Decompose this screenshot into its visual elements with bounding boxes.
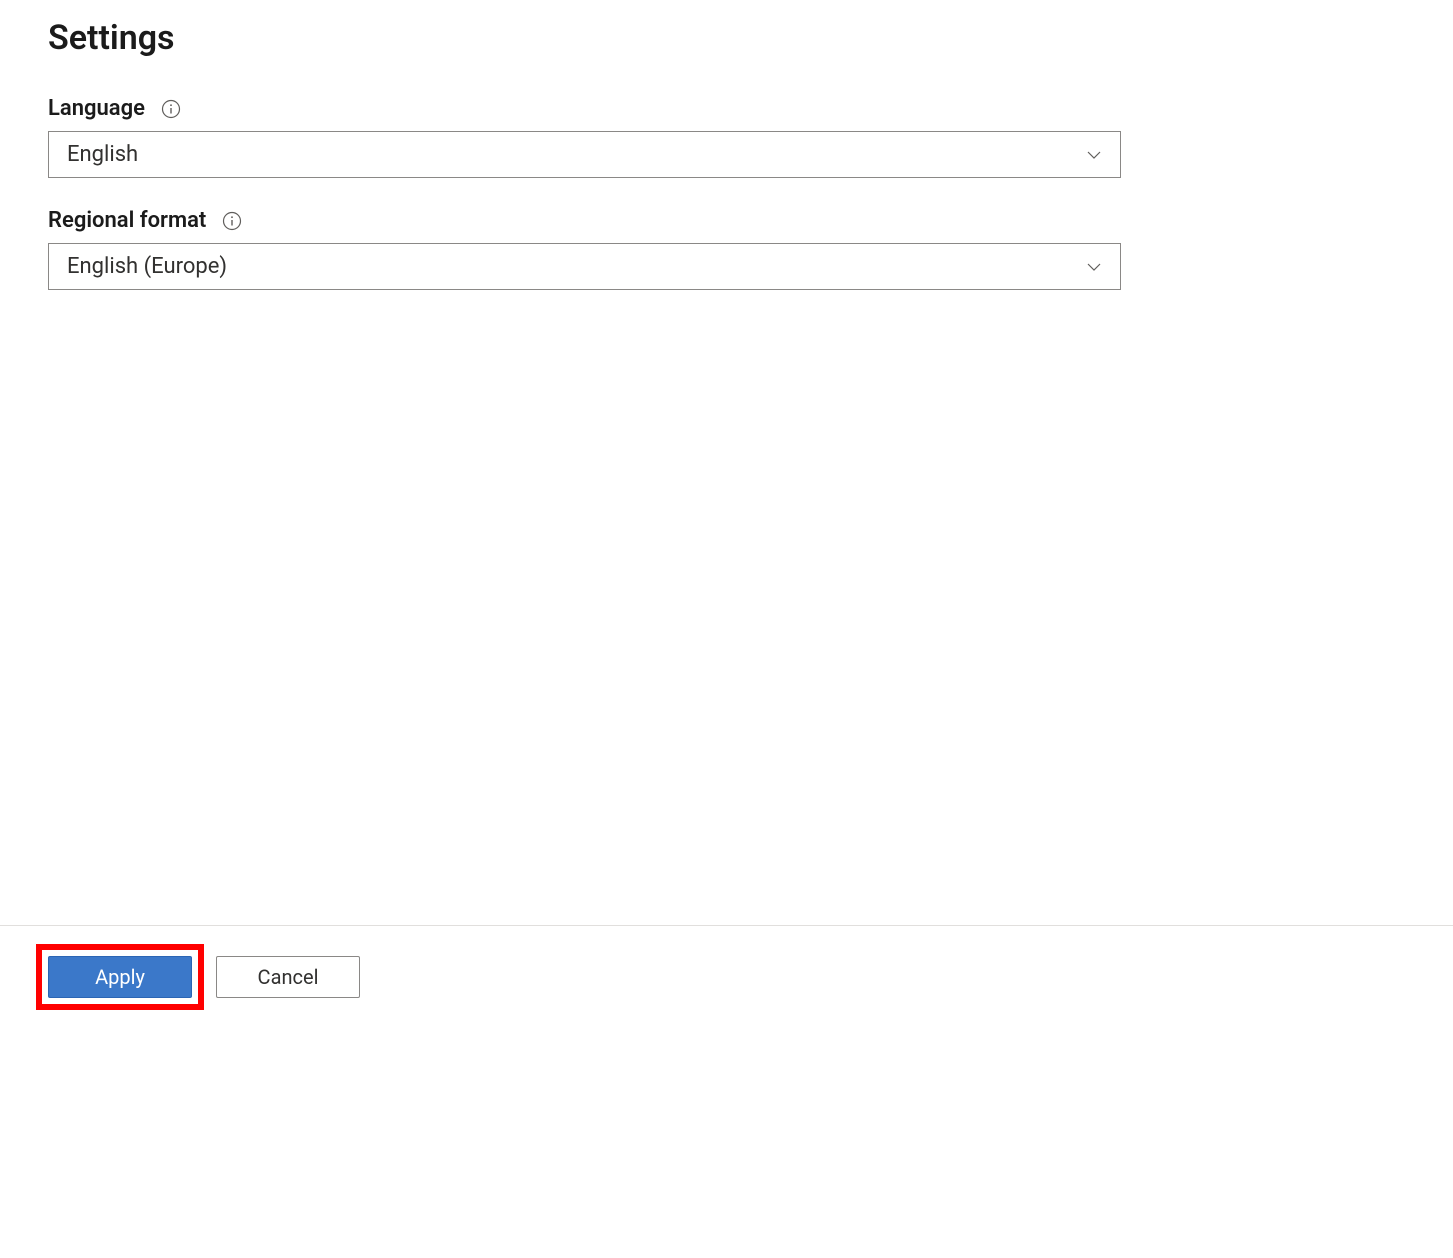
footer-buttons: Apply Cancel bbox=[36, 944, 360, 1010]
regional-format-dropdown-value: English (Europe) bbox=[67, 254, 227, 279]
page-title: Settings bbox=[48, 18, 1405, 58]
regional-format-label: Regional format bbox=[48, 208, 206, 233]
language-label: Language bbox=[48, 96, 145, 121]
language-label-row: Language bbox=[48, 96, 1405, 121]
settings-panel: Settings Language English Regional for bbox=[0, 0, 1453, 290]
apply-button[interactable]: Apply bbox=[48, 956, 192, 998]
regional-format-field-group: Regional format English (Europe) bbox=[48, 208, 1405, 290]
info-icon[interactable] bbox=[222, 211, 242, 231]
cancel-button[interactable]: Cancel bbox=[216, 956, 360, 998]
language-dropdown-value: English bbox=[67, 142, 138, 167]
footer-divider bbox=[0, 925, 1453, 926]
language-field-group: Language English bbox=[48, 96, 1405, 178]
chevron-down-icon bbox=[1086, 147, 1102, 163]
language-dropdown[interactable]: English bbox=[48, 131, 1121, 178]
regional-format-dropdown[interactable]: English (Europe) bbox=[48, 243, 1121, 290]
regional-format-label-row: Regional format bbox=[48, 208, 1405, 233]
apply-highlight: Apply bbox=[36, 944, 204, 1010]
chevron-down-icon bbox=[1086, 259, 1102, 275]
info-icon[interactable] bbox=[161, 99, 181, 119]
